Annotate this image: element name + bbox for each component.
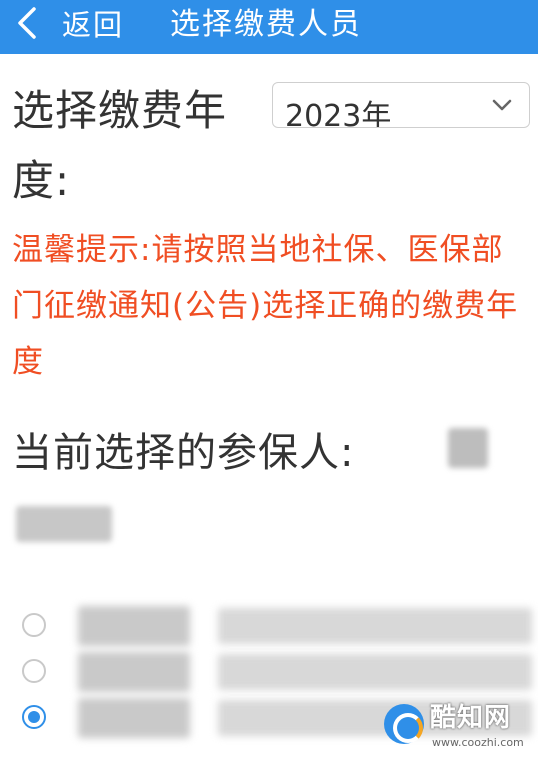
back-button[interactable]: 返回 <box>14 6 124 44</box>
payment-year-value: 2023年 <box>285 99 392 128</box>
radio-button[interactable] <box>22 659 46 683</box>
insured-person-label: 当前选择的参保人: <box>12 430 355 476</box>
watermark: 酷知网 www.coozhi.com <box>384 700 534 754</box>
person-name-redacted <box>78 652 190 692</box>
person-name-redacted <box>78 606 190 646</box>
person-option-2[interactable] <box>0 648 538 694</box>
page-title: 选择缴费人员 <box>170 7 362 42</box>
insured-name-redacted <box>448 428 488 468</box>
insured-name-redacted-2 <box>16 506 112 542</box>
person-id-redacted <box>218 608 532 644</box>
watermark-logo-icon <box>384 704 424 744</box>
payment-year-label: 选择缴费年度: <box>12 86 228 205</box>
person-name-redacted <box>78 698 190 738</box>
back-label: 返回 <box>62 8 125 42</box>
top-bar: 返回 选择缴费人员 <box>0 0 538 54</box>
person-id-redacted <box>218 654 532 690</box>
chevron-left-icon <box>14 6 40 44</box>
watermark-url: www.coozhi.com <box>432 736 524 749</box>
warm-tip-text: 温馨提示:请按照当地社保、医保部门征缴通知(公告)选择正确的缴费年度 <box>12 232 519 380</box>
radio-button-selected[interactable] <box>22 705 46 729</box>
radio-button[interactable] <box>22 613 46 637</box>
watermark-name: 酷知网 <box>430 703 512 733</box>
person-option-1[interactable] <box>0 602 538 648</box>
payment-year-select[interactable]: 2023年 <box>272 82 530 128</box>
